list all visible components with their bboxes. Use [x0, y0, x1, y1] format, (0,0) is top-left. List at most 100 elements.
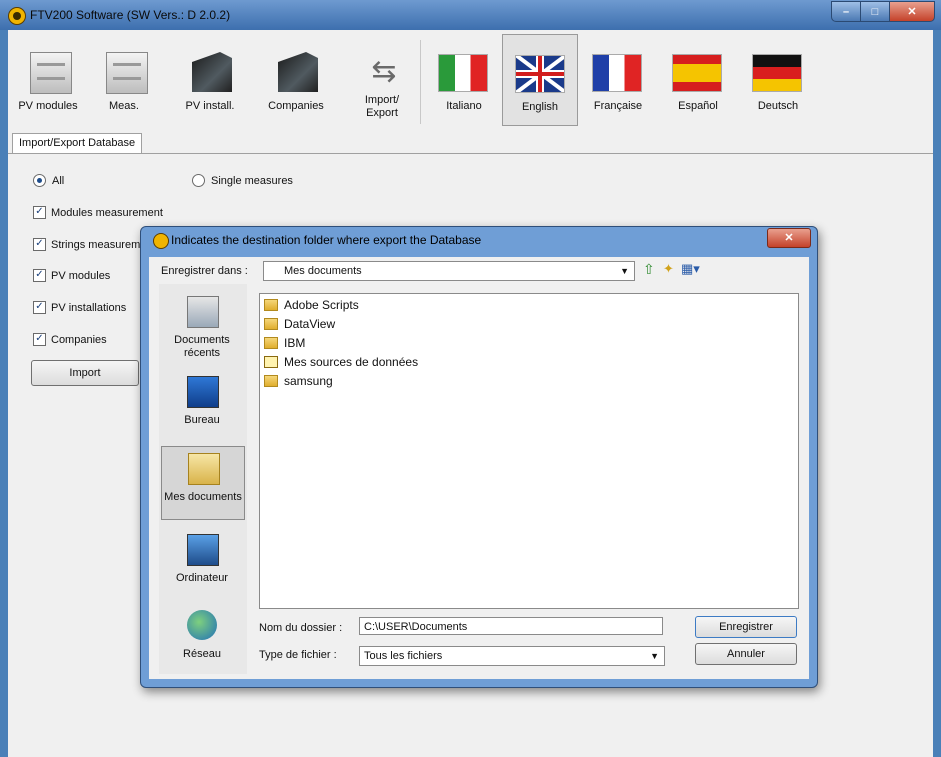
cancel-button[interactable]: Annuler — [695, 643, 797, 665]
check-pv-installations[interactable]: ✓ PV installations — [33, 301, 126, 314]
documents-folder-icon — [188, 453, 220, 485]
export-dialog: Indicates the destination folder where e… — [140, 226, 818, 688]
places-bar: Documents récents Bureau Mes documents O… — [159, 284, 247, 674]
italy-flag-icon — [438, 54, 488, 92]
toolbar-import-export[interactable]: ⇆ Import/Export — [344, 34, 420, 126]
folder-icon — [264, 317, 278, 330]
toolbar-label: Française — [593, 100, 643, 112]
list-item[interactable]: IBM — [264, 334, 305, 351]
file-type-label: Type de fichier : — [259, 649, 337, 661]
folder-icon — [192, 52, 232, 92]
toolbar-english[interactable]: English — [502, 34, 578, 126]
toolbar-label: Companies — [268, 100, 324, 112]
file-list[interactable]: Adobe Scripts DataView IBM Mes sources d… — [259, 293, 799, 609]
toolbar-pv-modules[interactable]: PV modules — [10, 34, 86, 126]
list-item[interactable]: Mes sources de données — [264, 353, 418, 370]
check-modules-measurement[interactable]: ✓ Modules measurement — [33, 206, 163, 219]
up-folder-icon[interactable]: ⇧ — [643, 261, 655, 278]
place-my-documents[interactable]: Mes documents — [161, 446, 245, 520]
toolbar-deutsch[interactable]: Deutsch — [740, 34, 816, 126]
checkbox-checked: ✓ — [33, 238, 46, 251]
folder-icon — [264, 298, 278, 311]
file-type-value: Tous les fichiers — [364, 650, 443, 662]
cabinet-icon — [106, 52, 148, 94]
save-button[interactable]: Enregistrer — [695, 616, 797, 638]
toolbar-label: Import/Export — [364, 94, 400, 119]
app-logo-icon — [8, 7, 26, 25]
folder-icon — [264, 336, 278, 349]
toolbar-label: Meas. — [109, 100, 139, 112]
uk-flag-icon — [515, 55, 565, 93]
save-in-value: Mes documents — [284, 265, 362, 277]
recent-documents-icon — [187, 296, 219, 328]
check-companies[interactable]: ✓ Companies — [33, 333, 107, 346]
app-logo-icon — [153, 233, 169, 249]
file-type-select[interactable]: Tous les fichiers ▼ — [359, 646, 665, 666]
radio-single-measures[interactable]: Single measures — [192, 174, 293, 187]
database-folder-icon — [264, 355, 278, 368]
close-button[interactable]: ✕ — [889, 1, 935, 22]
check-strings-measurement[interactable]: ✓ Strings measurem — [33, 238, 140, 251]
folder-icon — [264, 374, 278, 387]
place-label: Bureau — [184, 414, 220, 426]
toolbar-label: Italiano — [446, 100, 482, 112]
minimize-button[interactable]: – — [831, 1, 861, 22]
toolbar-francaise[interactable]: Française — [580, 34, 656, 126]
maximize-button[interactable]: □ — [860, 1, 890, 22]
desktop-icon — [187, 376, 219, 408]
tab-import-export-database[interactable]: Import/Export Database — [12, 133, 143, 153]
list-item[interactable]: samsung — [264, 372, 333, 389]
toolbar-companies[interactable]: Companies — [258, 34, 334, 126]
check-pv-modules[interactable]: ✓ PV modules — [33, 269, 110, 282]
germany-flag-icon — [752, 54, 802, 92]
toolbar-label: PV install. — [185, 100, 235, 112]
toolbar-separator — [420, 40, 421, 124]
toolbar-espanol[interactable]: Español — [660, 34, 736, 126]
spain-flag-icon — [672, 54, 722, 92]
radio-indicator — [192, 174, 205, 187]
list-item[interactable]: DataView — [264, 315, 335, 332]
checkbox-checked: ✓ — [33, 333, 46, 346]
chevron-down-icon: ▼ — [650, 651, 659, 661]
network-globe-icon — [187, 610, 217, 640]
save-in-label: Enregistrer dans : — [161, 265, 248, 277]
computer-icon — [187, 534, 219, 566]
toolbar-italiano[interactable]: Italiano — [426, 34, 502, 126]
place-label: Ordinateur — [176, 572, 228, 584]
place-desktop[interactable]: Bureau — [161, 370, 243, 442]
import-button[interactable]: Import — [31, 360, 139, 386]
chevron-down-icon: ▼ — [620, 266, 629, 276]
tab-strip: Import/Export Database — [8, 131, 933, 154]
place-computer[interactable]: Ordinateur — [161, 528, 243, 600]
folder-name-label: Nom du dossier : — [259, 622, 343, 634]
place-recent-documents[interactable]: Documents récents — [161, 290, 243, 362]
place-label: Documents récents — [174, 334, 230, 359]
window-title: FTV200 Software (SW Vers.: D 2.0.2) — [30, 8, 231, 22]
usb-icon: ⇆ — [371, 55, 397, 88]
radio-all[interactable]: All — [33, 174, 64, 187]
radio-indicator — [33, 174, 46, 187]
checkbox-checked: ✓ — [33, 206, 46, 219]
dialog-title: Indicates the destination folder where e… — [171, 233, 482, 247]
save-in-combo[interactable]: Mes documents ▼ — [263, 261, 635, 281]
toolbar-pv-install[interactable]: PV install. — [172, 34, 248, 126]
main-toolbar: PV modules Meas. PV install. Companies ⇆… — [8, 30, 933, 130]
checkbox-checked: ✓ — [33, 301, 46, 314]
folder-icon — [278, 52, 318, 92]
place-label: Réseau — [183, 648, 221, 660]
toolbar-meas[interactable]: Meas. — [86, 34, 162, 126]
folder-name-input[interactable]: C:\USER\Documents — [359, 617, 663, 635]
france-flag-icon — [592, 54, 642, 92]
toolbar-label: English — [521, 101, 559, 113]
dialog-body: Enregistrer dans : Mes documents ▼ ⇧ ✦ ▦… — [149, 257, 809, 679]
checkbox-checked: ✓ — [33, 269, 46, 282]
toolbar-label: Español — [678, 100, 718, 112]
place-network[interactable]: Réseau — [161, 604, 243, 676]
view-menu-icon[interactable]: ▦▾ — [681, 261, 700, 277]
dialog-close-button[interactable]: ✕ — [767, 228, 811, 248]
new-folder-icon[interactable]: ✦ — [663, 261, 674, 277]
cabinet-icon — [30, 52, 72, 94]
title-bar[interactable]: FTV200 Software (SW Vers.: D 2.0.2) – □ … — [0, 0, 941, 30]
list-item[interactable]: Adobe Scripts — [264, 296, 359, 313]
place-label: Mes documents — [164, 491, 242, 503]
